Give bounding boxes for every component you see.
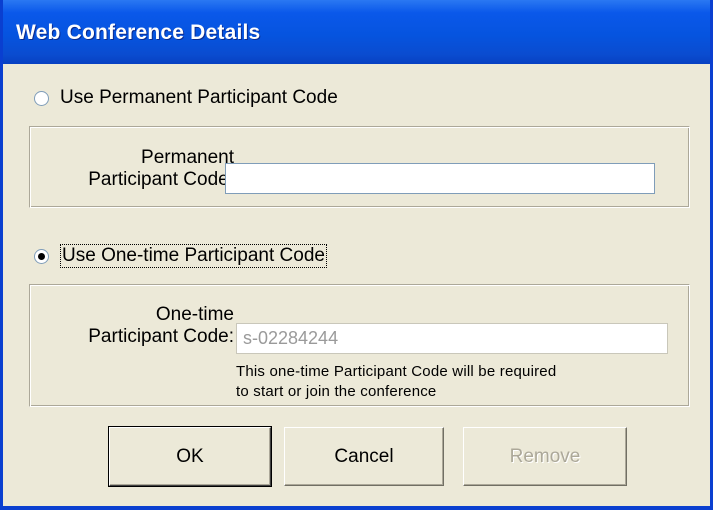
- onetime-code-note-line1: This one-time Participant Code will be r…: [236, 363, 557, 380]
- permanent-code-input[interactable]: [225, 163, 655, 194]
- remove-button: Remove: [463, 427, 627, 486]
- permanent-code-radio-label[interactable]: Use Permanent Participant Code: [60, 87, 338, 109]
- title-bar[interactable]: Web Conference Details: [3, 0, 710, 64]
- onetime-code-note-line2: to start or join the conference: [236, 383, 437, 400]
- window-title: Web Conference Details: [16, 21, 261, 44]
- ok-button[interactable]: OK: [108, 426, 272, 487]
- onetime-code-input: s-02284244: [236, 323, 668, 354]
- radio-selected-dot: [38, 252, 45, 260]
- permanent-code-radio[interactable]: [34, 90, 49, 106]
- onetime-code-label-line2: Participant Code:: [88, 326, 234, 347]
- permanent-code-label: Permanent Participant Code:: [80, 147, 234, 191]
- permanent-code-label-line2: Participant Code:: [88, 169, 234, 190]
- onetime-code-label: One-time Participant Code:: [60, 304, 234, 348]
- permanent-code-label-line1: Permanent: [141, 147, 234, 168]
- permanent-code-group: Permanent Participant Code:: [29, 126, 690, 208]
- dialog-window: Web Conference Details Use Permanent Par…: [0, 0, 713, 510]
- permanent-code-option[interactable]: Use Permanent Participant Code: [34, 87, 338, 109]
- onetime-code-label-line1: One-time: [155, 304, 234, 325]
- cancel-button[interactable]: Cancel: [284, 427, 444, 486]
- onetime-code-note: This one-time Participant Code will be r…: [236, 362, 666, 402]
- onetime-code-radio-label[interactable]: Use One-time Participant Code: [60, 244, 327, 268]
- onetime-code-group: One-time Participant Code: s-02284244 Th…: [29, 284, 690, 407]
- onetime-code-option[interactable]: Use One-time Participant Code: [34, 244, 327, 268]
- onetime-code-radio[interactable]: [34, 248, 49, 264]
